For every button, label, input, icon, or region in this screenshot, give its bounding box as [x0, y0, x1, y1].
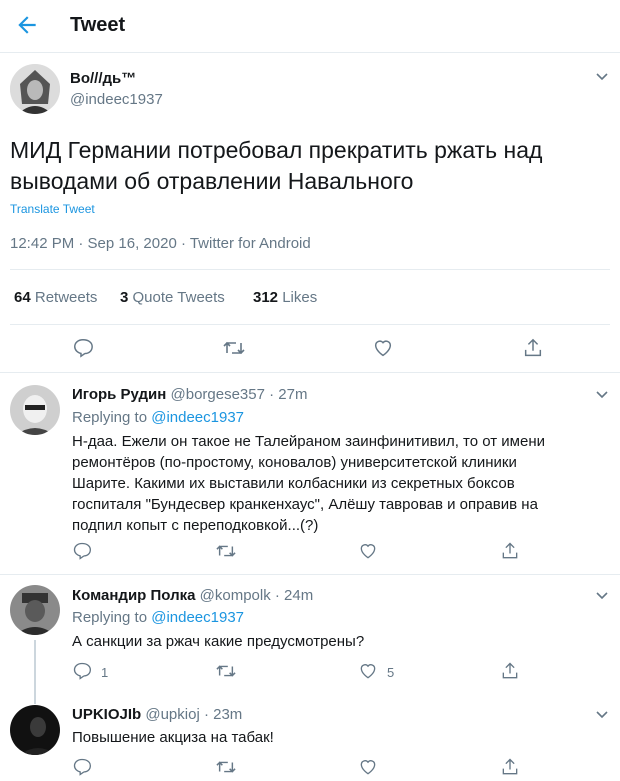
reply-icon[interactable]: [72, 757, 94, 779]
retweet-icon[interactable]: [215, 757, 237, 779]
reply-text: А санкции за ржач какие предусмотрены?: [72, 633, 365, 650]
replying-to-link[interactable]: @indeec1937: [151, 409, 244, 426]
like-icon[interactable]: [372, 337, 394, 359]
reply-text-line: ремонтёров (по-простому, коновалов) унив…: [72, 454, 517, 471]
reply-author-handle[interactable]: @upkioj: [145, 706, 199, 723]
page-title: Tweet: [70, 14, 126, 36]
chevron-down-icon[interactable]: [594, 68, 610, 84]
share-icon[interactable]: [500, 757, 522, 779]
replying-to-link[interactable]: @indeec1937: [151, 609, 244, 626]
like-icon[interactable]: [358, 757, 380, 779]
retweet-icon[interactable]: [222, 337, 245, 359]
like-icon[interactable]: [358, 661, 380, 683]
share-icon[interactable]: [500, 541, 522, 563]
reply-header: Игорь Рудин @borgese357 · 27m: [72, 386, 307, 403]
reply-text-line: Шарите. Какими их выставили колбасники и…: [72, 475, 515, 492]
reply-header: UPKIOJIb @upkioj · 23m: [72, 706, 242, 723]
reply-time[interactable]: · 27m: [269, 386, 307, 403]
retweets-stat[interactable]: 64 Retweets: [14, 289, 97, 306]
like-icon[interactable]: [358, 541, 380, 563]
translate-tweet-link[interactable]: Translate Tweet: [10, 202, 95, 216]
share-icon[interactable]: [500, 661, 522, 683]
replying-to: Replying to @indeec1937: [72, 409, 244, 426]
replying-to: Replying to @indeec1937: [72, 609, 244, 626]
tweet-text-line-1: МИД Германии потребовал прекратить ржать…: [10, 137, 543, 163]
divider: [10, 324, 610, 325]
divider: [10, 269, 610, 270]
likes-label: Likes: [282, 289, 318, 306]
replying-to-label: Replying to: [72, 409, 148, 426]
retweets-count: 64: [14, 289, 31, 306]
reply-text: Повышение акциза на табак!: [72, 729, 274, 746]
reply-icon[interactable]: [72, 661, 94, 683]
share-icon[interactable]: [522, 337, 544, 359]
author-avatar[interactable]: [10, 64, 60, 114]
reply-time[interactable]: · 23m: [204, 706, 242, 723]
retweets-label: Retweets: [34, 289, 98, 306]
reply-avatar[interactable]: [10, 705, 60, 755]
reply-text-line: госпиталя "Бундесвер кранкенхаус", Алёшу…: [72, 496, 538, 513]
reply-avatar[interactable]: [10, 385, 60, 435]
back-arrow-icon[interactable]: [14, 12, 40, 38]
tweet-text-line-2: выводами об отравлении Навального: [10, 168, 414, 194]
thread-line: [34, 640, 36, 704]
likes-count: 312: [253, 289, 279, 306]
likes-stat[interactable]: 312 Likes: [253, 289, 317, 306]
author-name[interactable]: Bo///дь™: [70, 70, 136, 87]
author-handle[interactable]: @indeec1937: [70, 91, 163, 108]
chevron-down-icon[interactable]: [594, 706, 610, 722]
divider: [0, 574, 620, 575]
replying-to-label: Replying to: [72, 609, 148, 626]
reply-time[interactable]: · 24m: [275, 587, 313, 604]
quotes-label: Quote Tweets: [132, 289, 225, 306]
top-bar: Tweet: [0, 0, 620, 53]
quotes-count: 3: [120, 289, 129, 306]
reply-icon[interactable]: [72, 541, 94, 563]
quote-tweets-stat[interactable]: 3 Quote Tweets: [120, 289, 225, 306]
chevron-down-icon[interactable]: [594, 587, 610, 603]
reply-text-line: подпил копыт с переподковкой...(?): [72, 517, 319, 534]
reply-author-name[interactable]: UPKIOJIb: [72, 706, 141, 723]
reply-author-handle[interactable]: @borgese357: [171, 386, 265, 403]
reply-text: Н-даа. Ежели он такое не Талейраном заин…: [72, 431, 612, 536]
reply-header: Командир Полка @kompolk · 24m: [72, 587, 313, 604]
reply-author-name[interactable]: Командир Полка: [72, 587, 195, 604]
reply-avatar[interactable]: [10, 585, 60, 635]
reply-author-name[interactable]: Игорь Рудин: [72, 386, 166, 403]
reply-icon[interactable]: [72, 337, 94, 359]
retweet-icon[interactable]: [215, 661, 237, 683]
divider: [0, 372, 620, 373]
chevron-down-icon[interactable]: [594, 386, 610, 402]
tweet-meta: 12:42 PM · Sep 16, 2020 · Twitter for An…: [10, 235, 311, 252]
retweet-icon[interactable]: [215, 541, 237, 563]
reply-author-handle[interactable]: @kompolk: [200, 587, 271, 604]
reply-count: 1: [101, 665, 109, 680]
like-count: 5: [387, 665, 395, 680]
reply-text-line: Н-даа. Ежели он такое не Талейраном заин…: [72, 433, 545, 450]
